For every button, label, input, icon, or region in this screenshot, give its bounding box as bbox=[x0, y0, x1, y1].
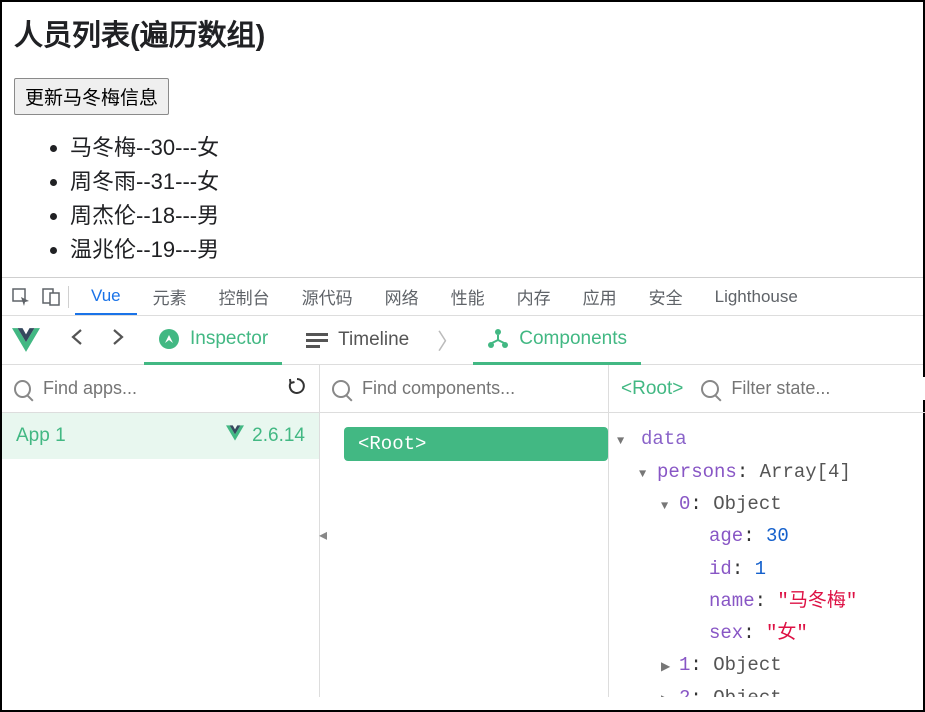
state-key: 2 bbox=[679, 687, 690, 698]
page-title: 人员列表(遍历数组) bbox=[14, 12, 911, 54]
apps-panel: App 1 2.6.14 bbox=[2, 365, 320, 697]
timeline-icon bbox=[306, 331, 328, 349]
state-type: Object bbox=[713, 493, 781, 515]
compass-icon bbox=[158, 328, 180, 350]
vue-tab-label: Inspector bbox=[190, 328, 268, 350]
caret-icon[interactable] bbox=[617, 423, 635, 455]
panel-collapse-handle-icon[interactable]: ◂ bbox=[319, 525, 327, 545]
vue-tab-components[interactable]: Components bbox=[473, 317, 641, 365]
vue-tab-label: Timeline bbox=[338, 329, 409, 351]
state-key: age bbox=[709, 525, 743, 547]
components-icon bbox=[487, 328, 509, 350]
devtools-tabstrip: Vue 元素 控制台 源代码 网络 性能 内存 应用 安全 Lighthouse bbox=[2, 277, 923, 315]
components-search-input[interactable] bbox=[360, 377, 596, 400]
refresh-icon[interactable] bbox=[287, 376, 307, 402]
state-key: persons bbox=[657, 461, 737, 483]
vue-tab-label: Components bbox=[519, 328, 627, 350]
vue-tab-timeline[interactable]: Timeline bbox=[292, 316, 423, 364]
vue-logo-icon bbox=[12, 327, 40, 353]
vue-tab-inspector[interactable]: Inspector bbox=[144, 317, 282, 365]
vue-version: 2.6.14 bbox=[252, 425, 305, 447]
vue-devtools-header: Inspector Timeline 〉 Components bbox=[2, 315, 923, 365]
list-item: 周冬雨--31---女 bbox=[70, 165, 911, 199]
state-type: Array[4] bbox=[760, 461, 851, 483]
tab-vue[interactable]: Vue bbox=[75, 278, 137, 315]
tab-security[interactable]: 安全 bbox=[633, 278, 699, 315]
app-list-item[interactable]: App 1 2.6.14 bbox=[2, 413, 319, 459]
list-item: 周杰伦--18---男 bbox=[70, 199, 911, 233]
state-value: "女" bbox=[766, 622, 808, 644]
caret-icon[interactable] bbox=[661, 649, 679, 681]
state-section-data: data bbox=[635, 428, 687, 450]
update-button[interactable]: 更新马冬梅信息 bbox=[14, 78, 169, 115]
state-filter-input[interactable] bbox=[729, 377, 925, 400]
device-toggle-icon[interactable] bbox=[36, 288, 66, 306]
search-icon bbox=[701, 380, 719, 398]
state-type: Object bbox=[713, 687, 781, 698]
state-key: 0 bbox=[679, 493, 690, 515]
list-item: 温兆伦--19---男 bbox=[70, 233, 911, 267]
tab-performance[interactable]: 性能 bbox=[435, 278, 501, 315]
tab-console[interactable]: 控制台 bbox=[203, 278, 286, 315]
apps-search-row bbox=[2, 365, 319, 413]
person-list: 马冬梅--30---女 周冬雨--31---女 周杰伦--18---男 温兆伦-… bbox=[14, 131, 911, 267]
app-page: 人员列表(遍历数组) 更新马冬梅信息 马冬梅--30---女 周冬雨--31--… bbox=[2, 2, 923, 277]
vue-devtools-body: App 1 2.6.14 <Root> ◂ <Root> data person… bbox=[2, 365, 923, 697]
state-key: name bbox=[709, 590, 755, 612]
caret-icon[interactable] bbox=[661, 682, 679, 698]
state-key: id bbox=[709, 558, 732, 580]
components-search-row bbox=[320, 365, 608, 413]
tab-network[interactable]: 网络 bbox=[369, 278, 435, 315]
component-tree-panel: <Root> ◂ bbox=[320, 365, 609, 697]
tab-sources[interactable]: 源代码 bbox=[286, 278, 369, 315]
caret-icon[interactable] bbox=[639, 456, 657, 488]
search-icon bbox=[14, 380, 31, 398]
nav-back-icon[interactable] bbox=[68, 327, 88, 353]
inspect-element-icon[interactable] bbox=[6, 288, 36, 306]
apps-search-input[interactable] bbox=[41, 377, 277, 400]
state-tree: data persons: Array[4] 0: Object age: 30… bbox=[609, 413, 925, 697]
state-search-row: <Root> bbox=[609, 365, 925, 413]
state-key: 1 bbox=[679, 654, 690, 676]
vue-logo-small-icon bbox=[226, 425, 244, 447]
nav-forward-icon[interactable] bbox=[108, 327, 128, 353]
tab-lighthouse[interactable]: Lighthouse bbox=[699, 278, 814, 315]
divider bbox=[68, 286, 69, 308]
state-panel: <Root> data persons: Array[4] 0: Object … bbox=[609, 365, 925, 697]
tab-memory[interactable]: 内存 bbox=[501, 278, 567, 315]
state-value: 1 bbox=[755, 558, 766, 580]
tab-application[interactable]: 应用 bbox=[567, 278, 633, 315]
state-key: sex bbox=[709, 622, 743, 644]
app-name: App 1 bbox=[16, 425, 66, 447]
tab-elements[interactable]: 元素 bbox=[137, 278, 203, 315]
component-tree-root[interactable]: <Root> bbox=[344, 427, 608, 461]
search-icon bbox=[332, 380, 350, 398]
state-type: Object bbox=[713, 654, 781, 676]
list-item: 马冬梅--30---女 bbox=[70, 131, 911, 165]
caret-icon[interactable] bbox=[661, 488, 679, 520]
state-value: 30 bbox=[766, 525, 789, 547]
state-value: "马冬梅" bbox=[777, 590, 857, 612]
chevron-right-icon: 〉 bbox=[433, 324, 463, 356]
breadcrumb-root: <Root> bbox=[621, 378, 683, 400]
